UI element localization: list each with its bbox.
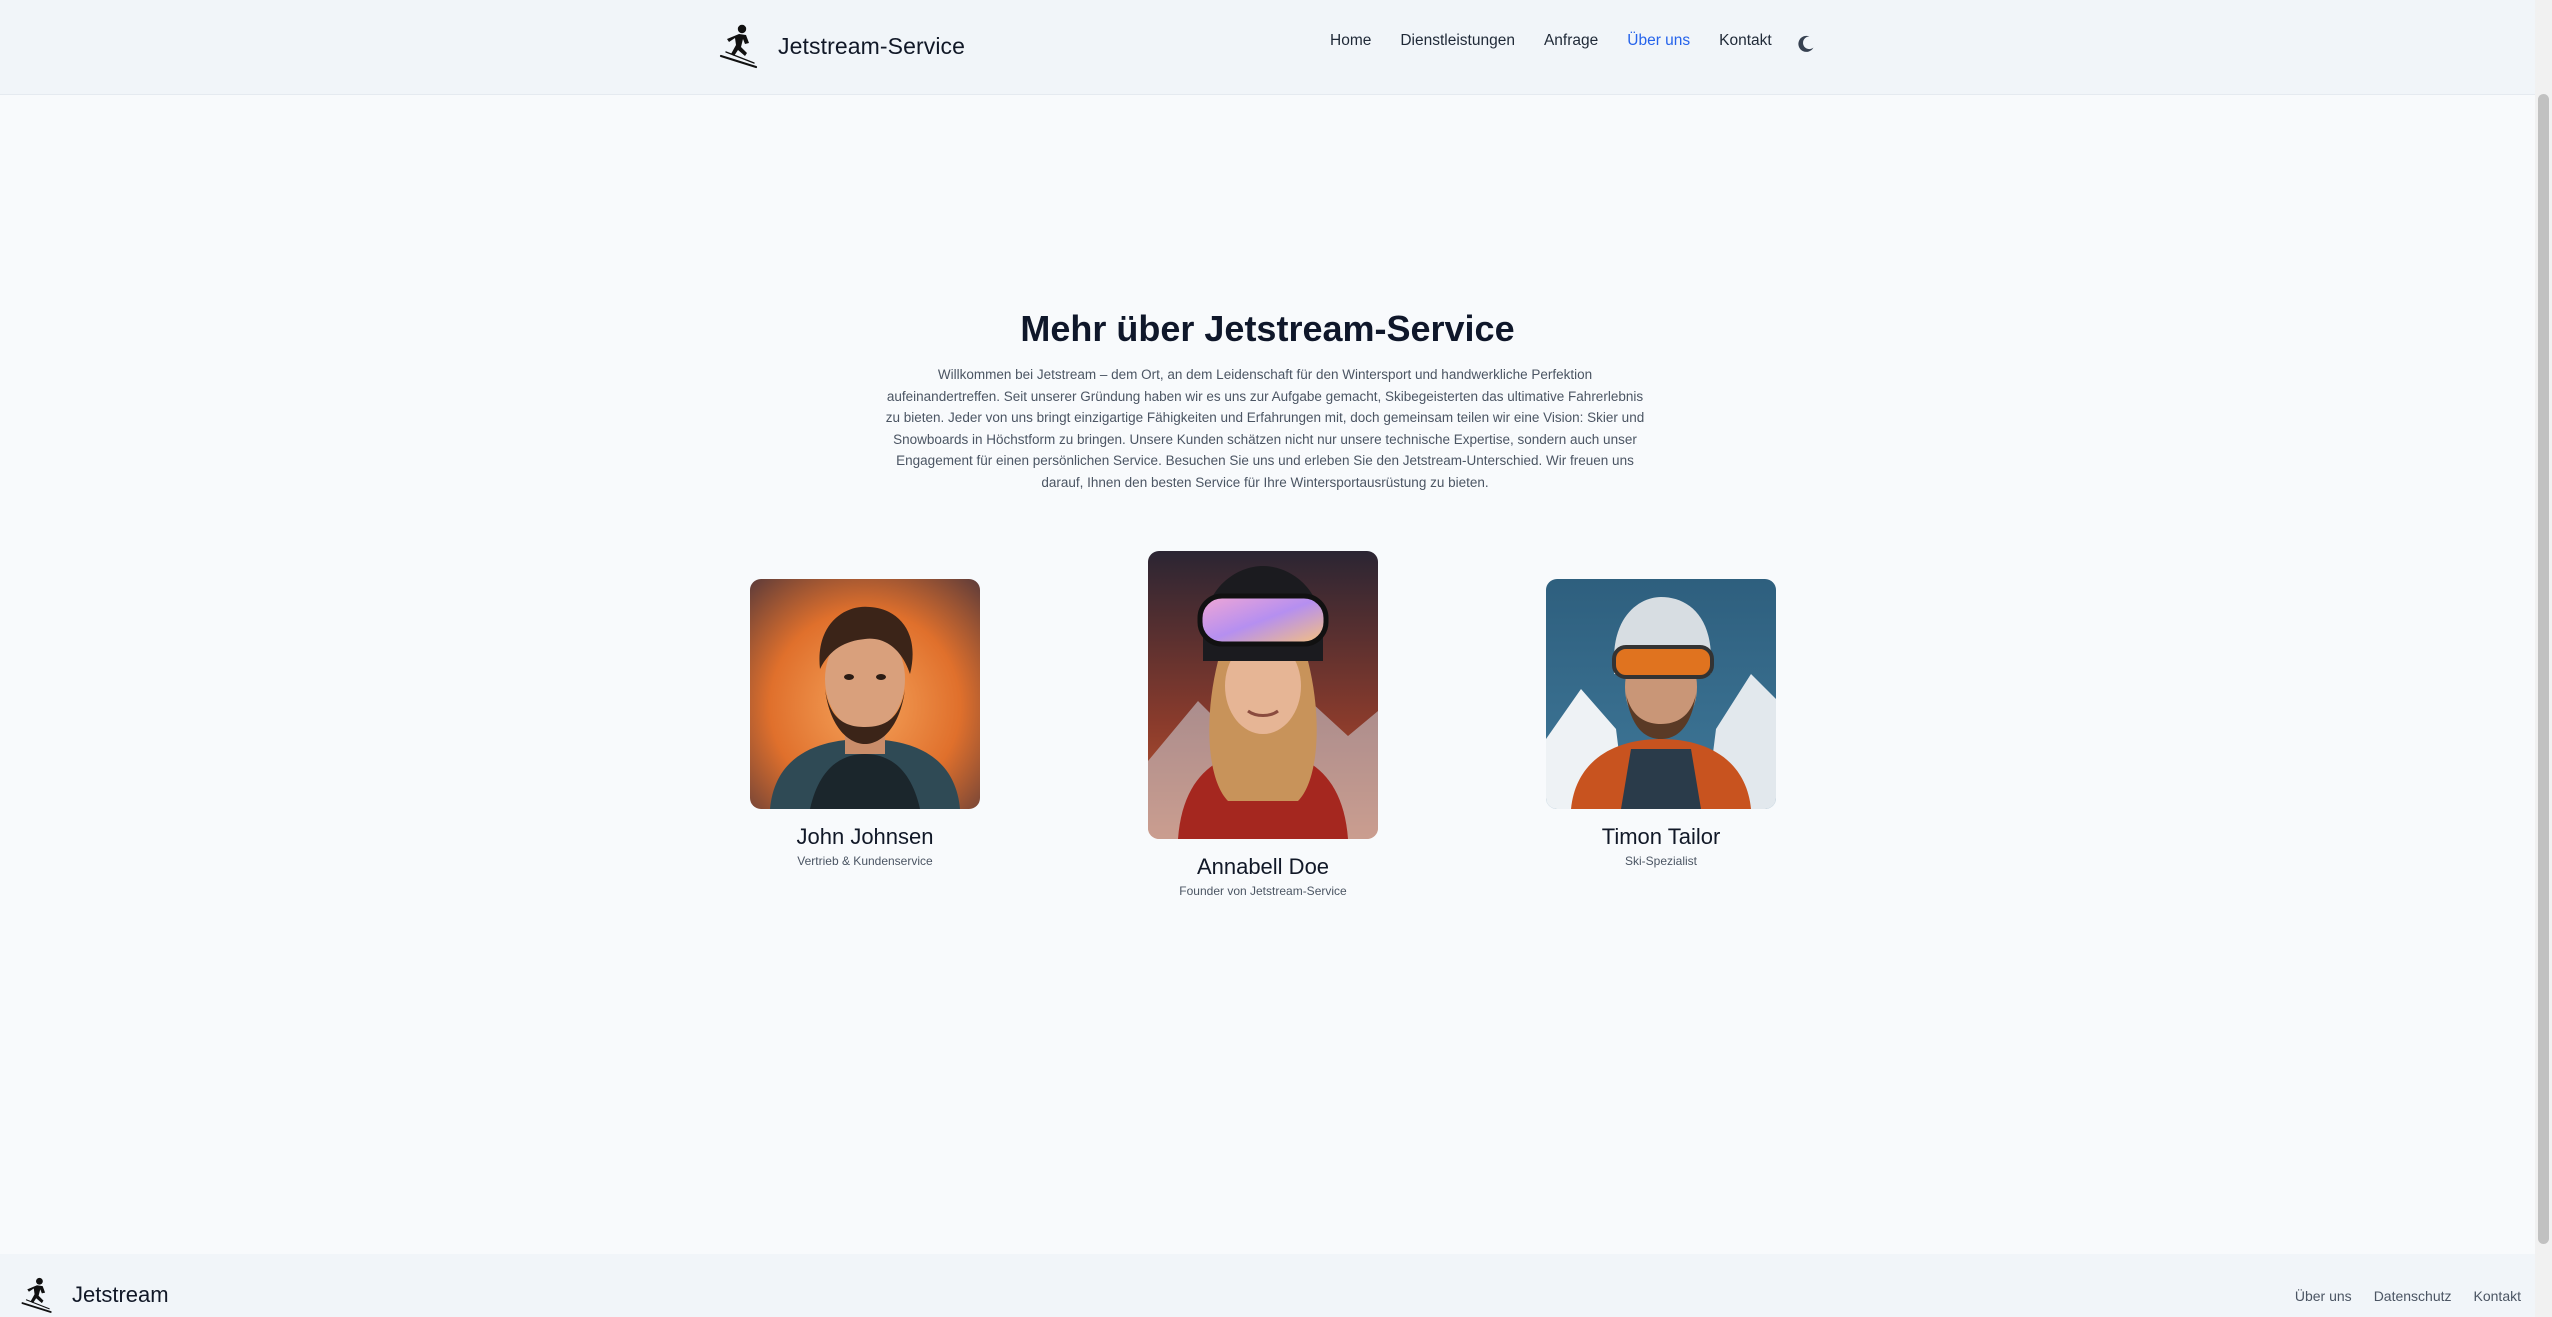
- page-title: Mehr über Jetstream-Service: [1020, 308, 1515, 349]
- annabell-portrait-image: [1148, 551, 1378, 839]
- team-member-annabell: Annabell Doe Founder von Jetstream-Servi…: [1128, 551, 1398, 898]
- brand-name: Jetstream-Service: [778, 32, 966, 59]
- nav-kontakt[interactable]: Kontakt: [1719, 32, 1772, 50]
- nav-ueber-uns[interactable]: Über uns: [1627, 32, 1690, 50]
- scrollbar[interactable]: [2535, 0, 2552, 1317]
- member-role: Ski-Spezialist: [1624, 854, 1698, 868]
- member-name: Annabell Doe: [1196, 854, 1330, 879]
- footer-link-kontakt[interactable]: Kontakt: [2474, 1288, 2521, 1304]
- footer-brand[interactable]: Jetstream: [20, 1276, 169, 1314]
- member-name: Timon Tailor: [1601, 824, 1721, 849]
- skier-logo-icon: [21, 1277, 52, 1313]
- brand-link[interactable]: Jetstream-Service: [718, 20, 965, 72]
- scrollbar-thumb[interactable]: [2538, 94, 2549, 1244]
- nav-home[interactable]: Home: [1330, 32, 1371, 50]
- nav-anfrage[interactable]: Anfrage: [1544, 32, 1598, 50]
- team-member-timon: Timon Tailor Ski-Spezialist: [1526, 579, 1796, 868]
- member-role: Founder von Jetstream-Service: [1179, 884, 1347, 898]
- team-member-john: John Johnsen Vertrieb & Kundenservice: [730, 579, 1000, 868]
- timon-portrait-image: [1546, 579, 1776, 809]
- footer-links: Über uns Datenschutz Kontakt: [2273, 1288, 2521, 1304]
- nav-dienstleistungen[interactable]: Dienstleistungen: [1400, 32, 1515, 50]
- skier-logo-icon: [719, 24, 758, 69]
- site-header: Jetstream-Service Home Dienstleistungen …: [0, 0, 2535, 95]
- footer-link-datenschutz[interactable]: Datenschutz: [2374, 1288, 2452, 1304]
- john-portrait-image: [750, 579, 980, 809]
- main-nav: Home Dienstleistungen Anfrage Über uns K…: [1330, 32, 1801, 50]
- footer-link-ueber-uns[interactable]: Über uns: [2295, 1288, 2352, 1304]
- moon-icon[interactable]: [1795, 33, 1817, 55]
- member-role: Vertrieb & Kundenservice: [797, 854, 933, 868]
- intro-text: Willkommen bei Jetstream – dem Ort, an d…: [885, 367, 1645, 490]
- site-footer: Jetstream Über uns Datenschutz Kontakt: [0, 1254, 2535, 1317]
- member-name: John Johnsen: [796, 824, 934, 849]
- footer-brand-name: Jetstream: [72, 1282, 169, 1307]
